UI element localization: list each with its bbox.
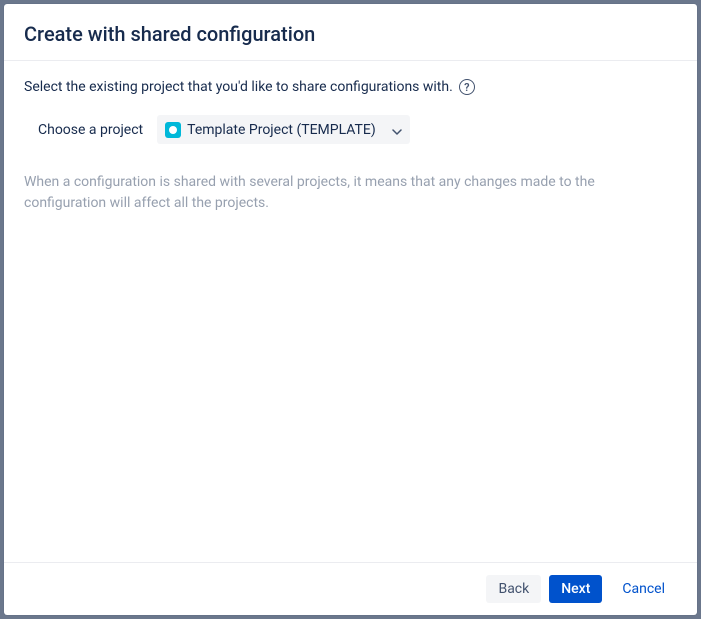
- modal-header: Create with shared configuration: [4, 4, 697, 61]
- instruction-text: Select the existing project that you'd l…: [24, 79, 453, 95]
- shared-config-modal: Create with shared configuration Select …: [4, 4, 697, 615]
- project-selector-row: Choose a project Template Project (TEMPL…: [24, 115, 677, 144]
- selected-project-name: Template Project (TEMPLATE): [187, 122, 376, 138]
- chevron-down-icon: [392, 120, 402, 139]
- modal-title: Create with shared configuration: [24, 22, 677, 46]
- back-button[interactable]: Back: [486, 575, 541, 603]
- cancel-button[interactable]: Cancel: [610, 575, 677, 603]
- instruction-row: Select the existing project that you'd l…: [24, 79, 677, 95]
- project-select[interactable]: Template Project (TEMPLATE): [157, 115, 410, 144]
- project-selector-label: Choose a project: [38, 122, 143, 138]
- modal-body: Select the existing project that you'd l…: [4, 61, 697, 562]
- warning-text: When a configuration is shared with seve…: [24, 172, 677, 214]
- next-button[interactable]: Next: [549, 575, 602, 603]
- modal-footer: Back Next Cancel: [4, 562, 697, 615]
- help-icon[interactable]: ?: [459, 79, 475, 95]
- project-avatar-icon: [165, 122, 181, 138]
